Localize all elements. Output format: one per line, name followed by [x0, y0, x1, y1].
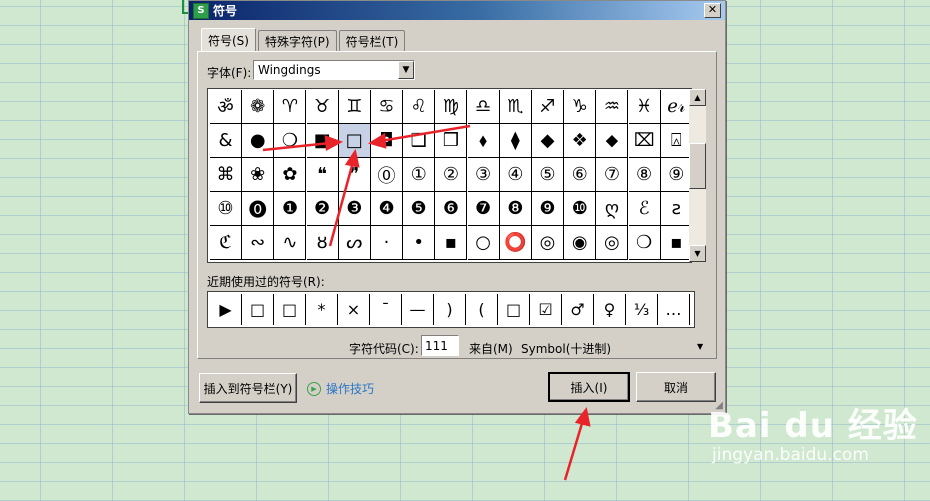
- baidu-watermark: Bai du 经验 jingyan.baidu.com: [708, 398, 918, 465]
- annotation-arrowhead: [574, 407, 591, 427]
- annotation-arrowhead: [367, 132, 387, 149]
- annotation-arrow: [563, 419, 585, 481]
- watermark-url: jingyan.baidu.com: [712, 445, 869, 465]
- annotation-arrow: [262, 141, 331, 152]
- annotation-arrowhead: [344, 148, 360, 168]
- annotation-arrow: [379, 124, 471, 143]
- annotation-arrow: [328, 161, 355, 247]
- annotation-arrowhead: [324, 135, 344, 152]
- watermark-logo: Bai du 经验: [708, 406, 918, 446]
